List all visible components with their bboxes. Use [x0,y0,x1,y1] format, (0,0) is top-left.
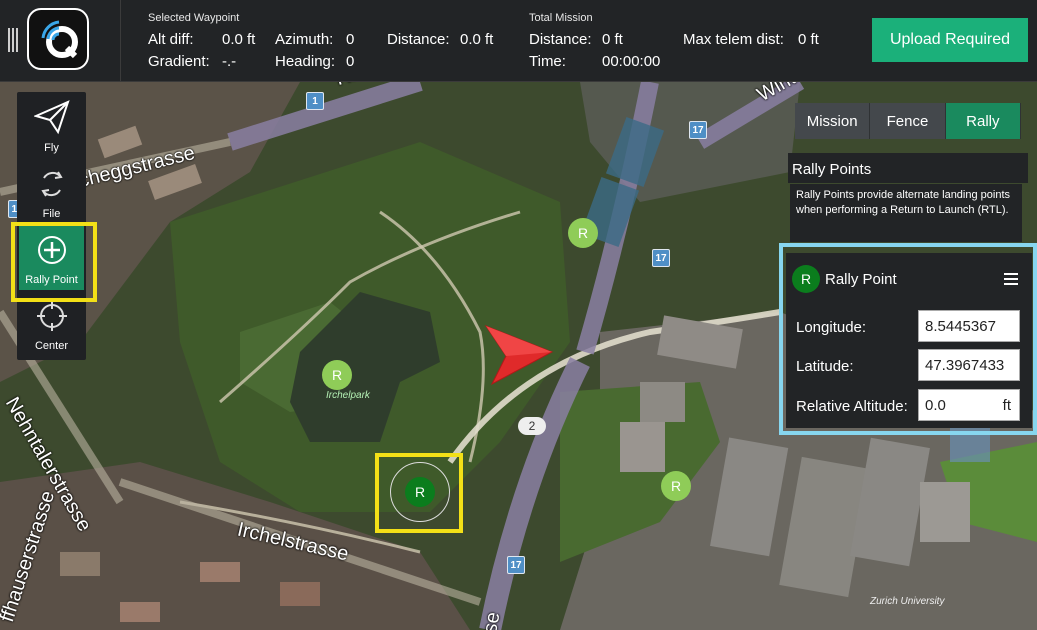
route-shield: 17 [689,121,707,139]
rally-point-marker[interactable]: R [661,471,691,501]
vehicle-arrow-icon [484,324,554,386]
tool-center-label: Center [34,340,69,352]
time-value: 00:00:00 [602,53,661,70]
distance-label: Distance: [387,31,450,48]
sync-icon [41,171,63,197]
tool-fly-label: Fly [44,142,59,154]
crosshair-icon [37,301,67,331]
tool-file[interactable]: File [17,160,86,224]
selected-marker-highlight [375,453,463,533]
menu-grip-icon[interactable] [8,28,20,52]
time-label: Time: [529,53,566,70]
place-label-zurich-university: Zurich University [870,596,945,607]
heading-label: Heading: [275,53,336,70]
azimuth-value: 0 [346,31,355,48]
max-telem-value: 0 ft [798,31,819,48]
azimuth-label: Azimuth: [275,31,334,48]
alt-diff-value: 0.0 ft [222,31,256,48]
street-label-sse: sse [477,610,505,630]
total-distance-value: 0 ft [602,31,623,48]
plan-tabs: Mission Fence Rally [795,103,1021,139]
route-shield: 17 [652,249,670,267]
heading-value: 0 [346,53,355,70]
gradient-label: Gradient: [148,53,210,70]
gradient-value: -.- [222,53,237,70]
rally-points-info: Rally Points provide alternate landing p… [790,184,1022,242]
max-telem-label: Max telem dist: [683,31,784,48]
rally-editor-highlight [779,243,1037,435]
selected-waypoint-header: Selected Waypoint [148,12,240,24]
tab-rally[interactable]: Rally [945,103,1021,139]
rally-points-header: Rally Points [788,153,1028,183]
total-distance-label: Distance: [529,31,592,48]
place-label-irchelpark: Irchelpark [326,390,370,401]
route-shield: 17 [507,556,525,574]
qgc-logo-icon[interactable] [27,8,89,70]
rally-point-marker[interactable]: R [322,360,352,390]
road-number-badge: 2 [518,417,546,435]
paper-plane-icon [34,100,70,135]
tab-fence[interactable]: Fence [870,103,946,139]
alt-diff-label: Alt diff: [148,31,194,48]
tool-file-label: File [42,208,61,220]
rally-point-marker[interactable]: R [568,218,598,248]
tab-mission[interactable]: Mission [795,103,871,139]
top-toolbar: Selected Waypoint Alt diff: 0.0 ft Gradi… [0,0,1037,82]
route-shield: 1 [306,92,324,110]
upload-button[interactable]: Upload Required [872,18,1028,62]
tool-fly[interactable]: Fly [17,94,86,158]
toolbar-separator [120,0,121,82]
distance-value: 0.0 ft [460,31,494,48]
rally-tool-highlight [11,222,97,302]
total-mission-header: Total Mission [529,12,593,24]
